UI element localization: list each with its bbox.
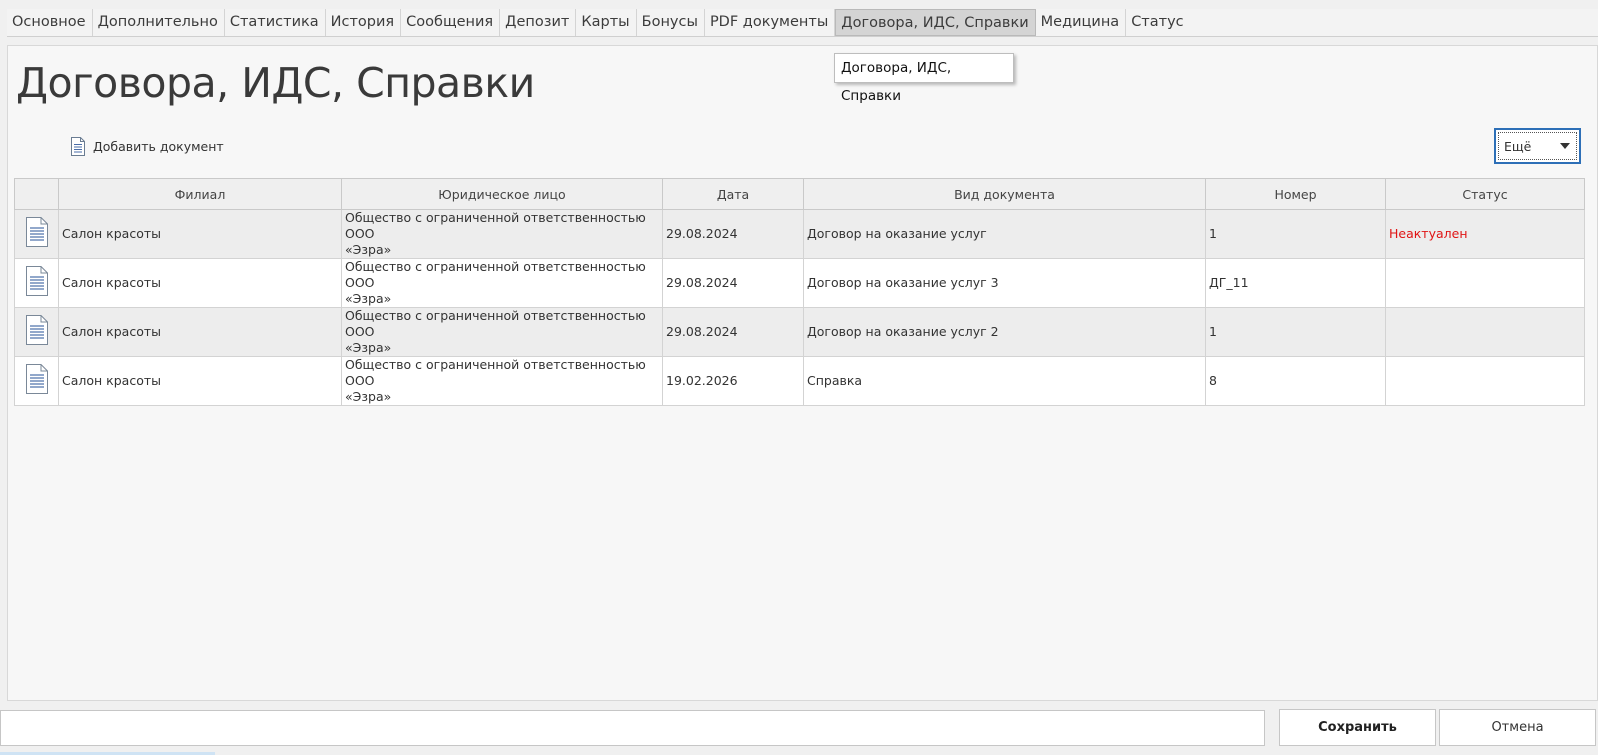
cell-legal-entity-line2: «Эзра» bbox=[345, 340, 392, 355]
cell-doc-type: Договор на оказание услуг 3 bbox=[803, 258, 1206, 308]
cell-branch: Салон красоты bbox=[58, 356, 342, 406]
cell-legal-entity-line1: Общество с ограниченной ответственностью… bbox=[345, 210, 646, 241]
cell-legal-entity-line2: «Эзра» bbox=[345, 291, 392, 306]
comment-field[interactable] bbox=[0, 710, 1265, 746]
cell-legal-entity-line1: Общество с ограниченной ответственностью… bbox=[345, 308, 646, 339]
cell-date: 29.08.2024 bbox=[662, 258, 804, 308]
table-row[interactable]: Салон красоты Общество с ограниченной от… bbox=[14, 356, 1585, 406]
table-row[interactable]: Салон красоты Общество с ограниченной от… bbox=[14, 258, 1585, 308]
document-icon bbox=[25, 364, 48, 394]
tab-status[interactable]: Статус bbox=[1126, 9, 1189, 36]
column-header-icon[interactable] bbox=[14, 178, 59, 210]
cell-branch: Салон красоты bbox=[58, 209, 342, 259]
cell-legal-entity: Общество с ограниченной ответственностью… bbox=[341, 307, 663, 357]
cell-branch: Салон красоты bbox=[58, 307, 342, 357]
document-icon bbox=[25, 266, 48, 296]
column-header-branch[interactable]: Филиал bbox=[58, 178, 342, 210]
cell-number: 1 bbox=[1205, 307, 1386, 357]
cell-date: 19.02.2026 bbox=[662, 356, 804, 406]
cell-status bbox=[1385, 258, 1585, 308]
cell-status bbox=[1385, 307, 1585, 357]
cell-number: ДГ_11 bbox=[1205, 258, 1386, 308]
chevron-down-icon bbox=[1560, 143, 1570, 149]
cell-number: 8 bbox=[1205, 356, 1386, 406]
cell-legal-entity-line2: «Эзра» bbox=[345, 242, 392, 257]
row-icon-cell bbox=[14, 209, 59, 259]
add-document-button[interactable]: Добавить документ bbox=[70, 134, 224, 158]
cell-doc-type: Договор на оказание услуг bbox=[803, 209, 1206, 259]
documents-table: Филиал Юридическое лицо Дата Вид докумен… bbox=[14, 178, 1585, 406]
column-header-legal-entity[interactable]: Юридическое лицо bbox=[341, 178, 663, 210]
tab-bonuses[interactable]: Бонусы bbox=[637, 9, 705, 36]
tab-bar: Основное Дополнительно Статистика Истори… bbox=[7, 9, 1598, 37]
row-icon-cell bbox=[14, 307, 59, 357]
add-document-label: Добавить документ bbox=[93, 138, 224, 154]
tab-medicine[interactable]: Медицина bbox=[1036, 9, 1127, 36]
tab-cards[interactable]: Карты bbox=[576, 9, 637, 36]
cell-status bbox=[1385, 356, 1585, 406]
tab-history[interactable]: История bbox=[326, 9, 402, 36]
tab-contracts[interactable]: Договора, ИДС, Справки bbox=[835, 9, 1036, 36]
cell-status: Неактуален bbox=[1385, 209, 1585, 259]
column-header-number[interactable]: Номер bbox=[1205, 178, 1386, 210]
tab-main[interactable]: Основное bbox=[7, 9, 93, 36]
content-panel: Договора, ИДС, Справки Добавить документ… bbox=[7, 45, 1598, 701]
cell-legal-entity: Общество с ограниченной ответственностью… bbox=[341, 356, 663, 406]
save-button[interactable]: Сохранить bbox=[1279, 709, 1436, 746]
row-icon-cell bbox=[14, 258, 59, 308]
document-icon bbox=[25, 217, 48, 247]
more-dropdown[interactable]: Ещё bbox=[1494, 128, 1581, 164]
cell-date: 29.08.2024 bbox=[662, 307, 804, 357]
cell-doc-type: Справка bbox=[803, 356, 1206, 406]
tab-messages[interactable]: Сообщения bbox=[401, 9, 501, 36]
table-row[interactable]: Салон красоты Общество с ограниченной от… bbox=[14, 209, 1585, 259]
cell-date: 29.08.2024 bbox=[662, 209, 804, 259]
tab-deposit[interactable]: Депозит bbox=[500, 9, 577, 36]
tab-additional[interactable]: Дополнительно bbox=[93, 9, 225, 36]
page-title: Договора, ИДС, Справки bbox=[16, 59, 535, 107]
table-row[interactable]: Салон красоты Общество с ограниченной от… bbox=[14, 307, 1585, 357]
cell-legal-entity: Общество с ограниченной ответственностью… bbox=[341, 209, 663, 259]
tab-pdf-documents[interactable]: PDF документы bbox=[705, 9, 836, 36]
tab-tooltip: Договора, ИДС, Справки bbox=[834, 53, 1014, 104]
column-header-doc-type[interactable]: Вид документа bbox=[803, 178, 1206, 210]
cell-branch: Салон красоты bbox=[58, 258, 342, 308]
cell-doc-type: Договор на оказание услуг 2 bbox=[803, 307, 1206, 357]
row-icon-cell bbox=[14, 356, 59, 406]
cancel-button[interactable]: Отмена bbox=[1439, 709, 1596, 746]
cell-legal-entity-line2: «Эзра» bbox=[345, 389, 392, 404]
cell-legal-entity-line1: Общество с ограниченной ответственностью… bbox=[345, 259, 646, 290]
table-header: Филиал Юридическое лицо Дата Вид докумен… bbox=[14, 178, 1585, 210]
document-icon bbox=[25, 315, 48, 345]
cell-number: 1 bbox=[1205, 209, 1386, 259]
cell-legal-entity: Общество с ограниченной ответственностью… bbox=[341, 258, 663, 308]
column-header-date[interactable]: Дата bbox=[662, 178, 804, 210]
more-dropdown-label: Ещё bbox=[1504, 138, 1532, 154]
cell-legal-entity-line1: Общество с ограниченной ответственностью… bbox=[345, 357, 646, 388]
document-icon bbox=[71, 136, 85, 156]
column-header-status[interactable]: Статус bbox=[1385, 178, 1585, 210]
tab-statistics[interactable]: Статистика bbox=[225, 9, 326, 36]
